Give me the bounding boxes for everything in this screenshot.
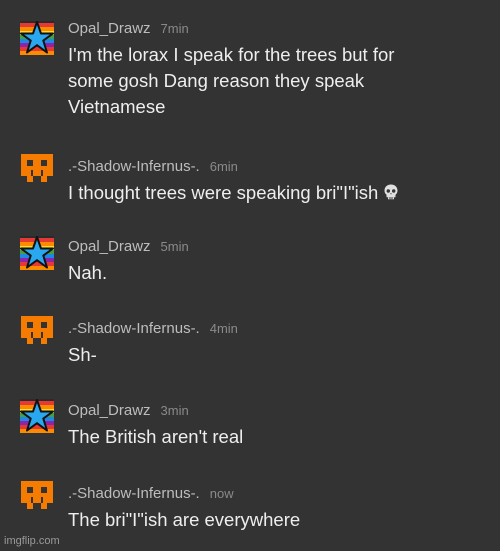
message-line: I thought trees were speaking bri"I"ish xyxy=(68,182,379,203)
message-line: I'm the lorax I speak for the trees but … xyxy=(68,44,395,65)
message-text: I thought trees were speaking bri"I"ish xyxy=(68,180,488,206)
username[interactable]: Opal_Drawz xyxy=(68,238,151,255)
message-text: Nah. xyxy=(68,260,488,286)
chat-message: .-Shadow-Infernus-. 4min Sh- xyxy=(0,320,500,374)
message-header: .-Shadow-Infernus-. 6min xyxy=(68,158,238,178)
timestamp: 5min xyxy=(160,239,189,254)
timestamp: now xyxy=(209,486,234,501)
message-header: .-Shadow-Infernus-. 4min xyxy=(68,320,238,340)
message-line: Vietnamese xyxy=(68,96,166,117)
message-text: The British aren't real xyxy=(68,424,488,450)
username[interactable]: Opal_Drawz xyxy=(68,20,151,37)
rainbow-star-icon[interactable] xyxy=(20,236,54,270)
timestamp: 6min xyxy=(209,159,238,174)
timestamp: 3min xyxy=(160,403,189,418)
message-text: I'm the lorax I speak for the trees but … xyxy=(68,42,488,120)
message-text: Sh- xyxy=(68,342,488,368)
watermark: imgflip.com xyxy=(4,535,60,547)
username[interactable]: Opal_Drawz xyxy=(68,402,151,419)
chat-message: Opal_Drawz 7min I'm the lorax I speak for… xyxy=(0,20,500,130)
chat-message: Opal_Drawz 3min The British aren't real xyxy=(0,402,500,456)
message-line: The British aren't real xyxy=(68,426,244,447)
orange-skull-icon[interactable] xyxy=(20,152,54,186)
message-text: The bri"I"ish are everywhere xyxy=(68,507,488,533)
chat-log: Opal_Drawz 7min I'm the lorax I speak for… xyxy=(0,0,500,551)
skull-emoji-icon xyxy=(384,184,398,200)
message-header: Opal_Drawz 3min xyxy=(68,402,189,422)
chat-message: .-Shadow-Infernus-. now The bri"I"ish are… xyxy=(0,485,500,539)
message-header: Opal_Drawz 7min xyxy=(68,20,189,40)
chat-message: Opal_Drawz 5min Nah. xyxy=(0,238,500,292)
timestamp: 7min xyxy=(160,21,189,36)
username[interactable]: .-Shadow-Infernus-. xyxy=(68,485,200,502)
chat-message: .-Shadow-Infernus-. 6min I thought trees … xyxy=(0,158,500,214)
message-line: Nah. xyxy=(68,262,108,283)
message-line: some gosh Dang reason they speak xyxy=(68,70,365,91)
timestamp: 4min xyxy=(209,321,238,336)
message-header: Opal_Drawz 5min xyxy=(68,238,189,258)
message-header: .-Shadow-Infernus-. now xyxy=(68,485,234,505)
rainbow-star-icon[interactable] xyxy=(20,21,54,55)
orange-skull-icon[interactable] xyxy=(20,314,54,348)
message-line: The bri"I"ish are everywhere xyxy=(68,509,301,530)
orange-skull-icon[interactable] xyxy=(20,479,54,513)
username[interactable]: .-Shadow-Infernus-. xyxy=(68,158,200,175)
username[interactable]: .-Shadow-Infernus-. xyxy=(68,320,200,337)
message-line: Sh- xyxy=(68,344,97,365)
rainbow-star-icon[interactable] xyxy=(20,399,54,433)
